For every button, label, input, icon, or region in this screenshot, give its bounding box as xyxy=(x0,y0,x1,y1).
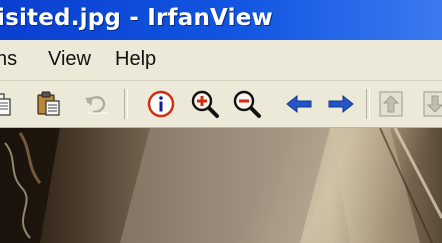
info-button[interactable] xyxy=(146,89,176,119)
undo-button[interactable] xyxy=(81,89,111,119)
zoom-out-button[interactable] xyxy=(232,89,262,119)
menu-options[interactable]: ns xyxy=(0,48,17,71)
paste-button[interactable] xyxy=(34,89,64,119)
menu-help[interactable]: Help xyxy=(115,48,156,71)
previous-icon xyxy=(286,94,312,114)
next-icon xyxy=(328,94,354,114)
menu-view[interactable]: View xyxy=(48,48,91,71)
title-bar[interactable]: isited.jpg - IrfanView xyxy=(0,0,442,40)
info-icon xyxy=(147,90,175,118)
first-page-icon xyxy=(379,91,403,117)
next-button[interactable] xyxy=(326,89,356,119)
toolbar xyxy=(0,81,442,128)
toolbar-separator xyxy=(124,89,128,119)
undo-icon xyxy=(85,96,107,114)
photo-content xyxy=(0,128,442,243)
last-page-icon xyxy=(423,91,442,117)
zoom-in-icon xyxy=(191,90,219,118)
zoom-in-button[interactable] xyxy=(190,89,220,119)
previous-button[interactable] xyxy=(284,89,314,119)
menu-bar: ns View Help xyxy=(0,40,442,81)
paste-icon xyxy=(37,91,60,116)
image-canvas[interactable] xyxy=(0,128,442,243)
copy-button[interactable] xyxy=(0,89,16,119)
copy-icon xyxy=(0,93,11,116)
first-page-button[interactable] xyxy=(376,89,406,119)
last-page-button[interactable] xyxy=(420,89,442,119)
zoom-out-icon xyxy=(233,90,261,118)
toolbar-separator xyxy=(366,89,370,119)
window-title: isited.jpg - IrfanView xyxy=(0,5,273,31)
